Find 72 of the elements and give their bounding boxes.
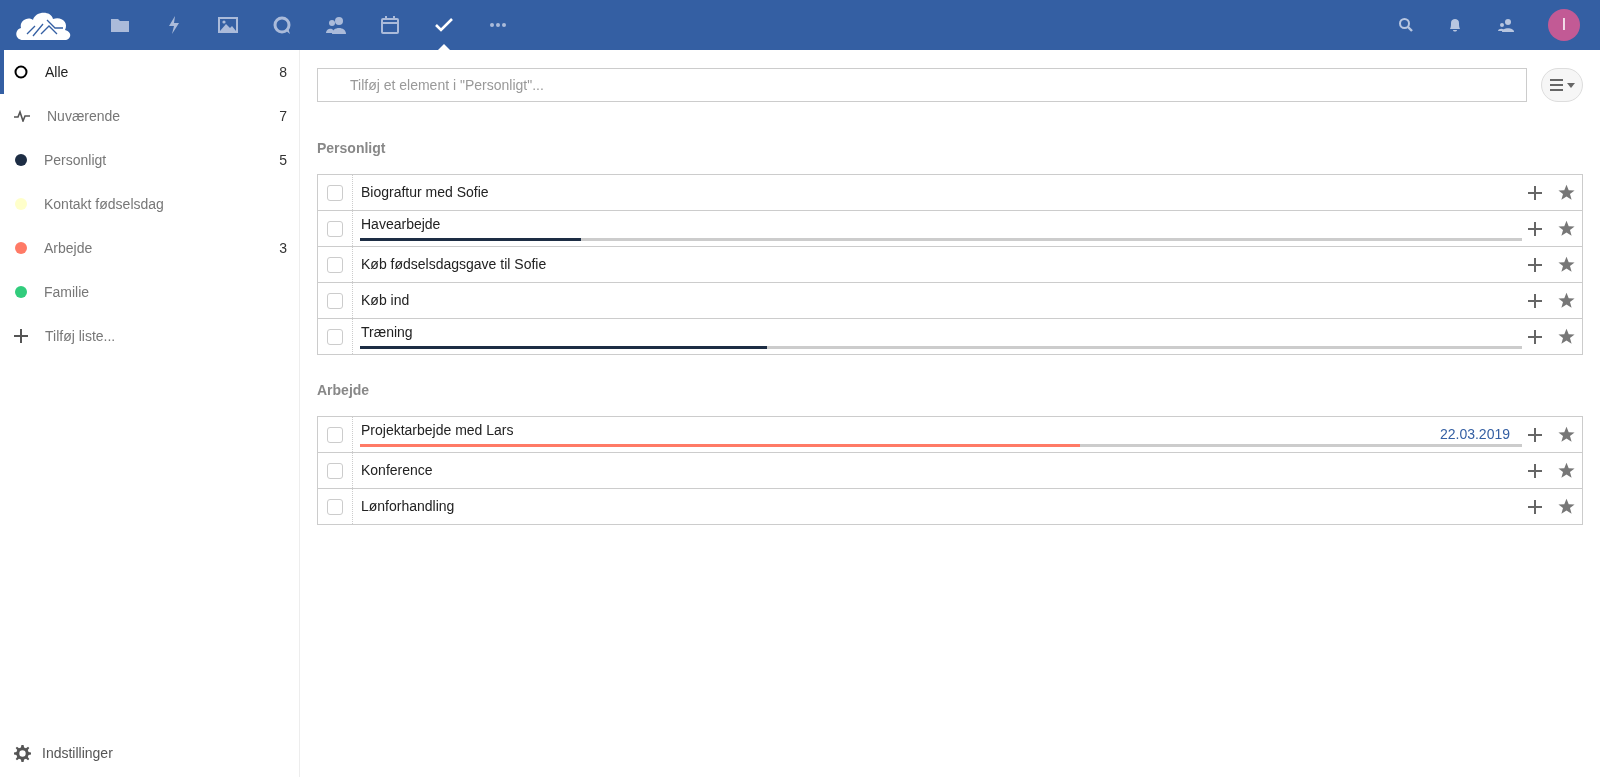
- task-title: Køb ind: [361, 291, 410, 310]
- star-icon[interactable]: [1558, 220, 1575, 237]
- list-heading: Personligt: [317, 139, 386, 158]
- task-title: Havearbejde: [361, 215, 441, 234]
- task-checkbox[interactable]: [327, 292, 343, 309]
- sidebar-item[interactable]: Personligt 5: [0, 138, 299, 182]
- task-title: Træning: [361, 323, 413, 342]
- sort-menu-button[interactable]: [1541, 68, 1583, 102]
- task-checkbox[interactable]: [327, 256, 343, 273]
- circle-icon: [14, 65, 28, 79]
- star-icon[interactable]: [1558, 328, 1575, 345]
- add-task-field[interactable]: Tilføj et element i "Personligt"...: [317, 68, 1527, 102]
- star-icon[interactable]: [1558, 426, 1575, 443]
- sidebar-item[interactable]: Alle 8: [0, 50, 299, 94]
- task-checkbox[interactable]: [327, 426, 343, 443]
- user-avatar[interactable]: I: [1548, 9, 1580, 41]
- item-count: 3: [279, 238, 287, 258]
- task-row[interactable]: Biograftur med Sofie: [318, 175, 1582, 211]
- chat-icon[interactable]: [272, 15, 292, 35]
- star-icon[interactable]: [1558, 462, 1575, 479]
- sidebar-item[interactable]: Kontakt fødselsdag: [0, 182, 299, 226]
- calendar-icon[interactable]: [380, 15, 400, 35]
- active-indicator-icon: [438, 44, 450, 50]
- list-icon: [1549, 79, 1563, 91]
- task-row[interactable]: Køb ind: [318, 283, 1582, 319]
- plus-icon[interactable]: [1528, 257, 1542, 272]
- task-row[interactable]: Træning: [318, 319, 1582, 355]
- sidebar-item[interactable]: Familie: [0, 270, 299, 314]
- task-row[interactable]: Havearbejde: [318, 211, 1582, 247]
- task-title: Konference: [361, 461, 433, 480]
- star-icon[interactable]: [1558, 256, 1575, 273]
- star-icon[interactable]: [1558, 292, 1575, 309]
- caret-icon: [1566, 82, 1575, 88]
- star-icon[interactable]: [1558, 184, 1575, 201]
- item-count: 5: [279, 150, 287, 170]
- settings-item[interactable]: Indstillinger: [0, 733, 299, 773]
- image-icon[interactable]: [218, 15, 238, 35]
- task-checkbox[interactable]: [327, 328, 343, 345]
- contacts-icon[interactable]: [1498, 17, 1514, 33]
- plus-icon[interactable]: [1528, 427, 1542, 442]
- task-title: Lønforhandling: [361, 497, 455, 516]
- task-title: Projektarbejde med Lars: [361, 421, 514, 440]
- due-date: 22.03.2019: [1439, 425, 1510, 444]
- settings-icon: [14, 744, 31, 762]
- list-heading: Arbejde: [317, 381, 370, 400]
- task-checkbox[interactable]: [327, 184, 343, 201]
- task-title: Køb fødselsdagsgave til Sofie: [361, 255, 547, 274]
- sidebar-item[interactable]: Tilføj liste...: [0, 314, 299, 358]
- plus-icon[interactable]: [1528, 463, 1542, 478]
- plus-icon[interactable]: [1528, 185, 1542, 200]
- pulse-icon: [14, 110, 30, 122]
- task-row[interactable]: Projektarbejde med Lars 22.03.2019: [318, 417, 1582, 453]
- plus-icon[interactable]: [1528, 221, 1542, 236]
- plus-icon[interactable]: [1528, 329, 1542, 344]
- task-checkbox[interactable]: [327, 462, 343, 479]
- task-checkbox[interactable]: [327, 498, 343, 515]
- star-icon[interactable]: [1558, 498, 1575, 515]
- sidebar-item[interactable]: Arbejde 3: [0, 226, 299, 270]
- task-row[interactable]: Lønforhandling: [318, 489, 1582, 525]
- item-count: 8: [279, 62, 287, 82]
- task-row[interactable]: Køb fødselsdagsgave til Sofie: [318, 247, 1582, 283]
- bell-icon[interactable]: [1448, 17, 1462, 33]
- plus-icon[interactable]: [1528, 293, 1542, 308]
- task-row[interactable]: Konference: [318, 453, 1582, 489]
- search-icon[interactable]: [1398, 17, 1414, 33]
- task-checkbox[interactable]: [327, 220, 343, 237]
- task-title: Biograftur med Sofie: [361, 183, 489, 202]
- item-count: 7: [279, 106, 287, 126]
- plus-icon: [14, 329, 28, 343]
- contacts-icon[interactable]: [326, 15, 346, 35]
- plus-icon[interactable]: [1528, 499, 1542, 514]
- sidebar-item[interactable]: Nuværende 7: [0, 94, 299, 138]
